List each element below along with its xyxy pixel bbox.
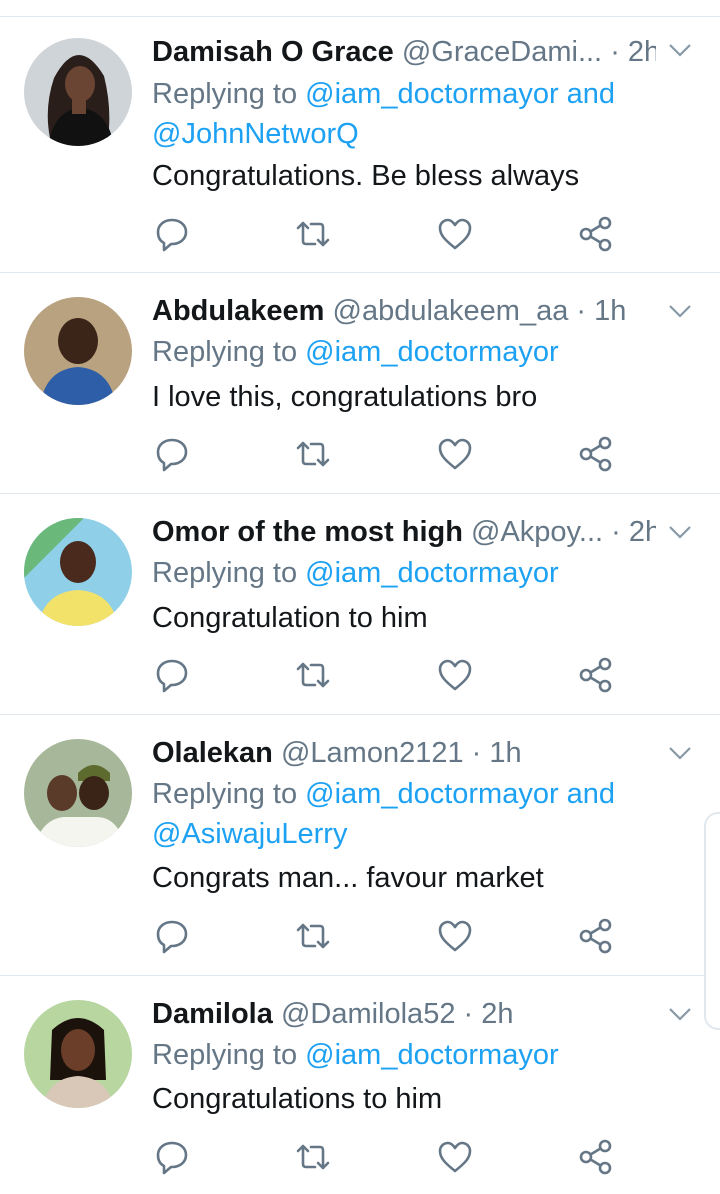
avatar[interactable] xyxy=(24,38,132,146)
tweet-actions xyxy=(152,916,632,956)
chevron-down-icon[interactable] xyxy=(668,42,692,58)
user-photo-men-group xyxy=(24,739,132,847)
avatar[interactable] xyxy=(24,518,132,626)
share-icon[interactable] xyxy=(577,214,617,254)
tweet[interactable]: Omor of the most high @Akpoy... · 2h Rep… xyxy=(0,494,720,715)
tweet[interactable]: Abdulakeem @abdulakeem_aa · 1h Replying … xyxy=(0,273,720,494)
separator-dot: · xyxy=(610,36,620,68)
separator-dot: · xyxy=(463,998,474,1030)
retweet-icon[interactable] xyxy=(293,1137,333,1177)
replying-to: Replying to @iam_doctormayor xyxy=(152,1035,660,1075)
separator-dot: · xyxy=(611,516,621,548)
user-photo-woman-smiling xyxy=(24,1000,132,1108)
avatar[interactable] xyxy=(24,297,132,405)
replying-to: Replying to @iam_doctormayor and @JohnNe… xyxy=(152,74,660,154)
replying-to: Replying to @iam_doctormayor and @Asiwaj… xyxy=(152,774,660,854)
tweet-actions xyxy=(152,1137,632,1177)
replying-to-label: Replying to xyxy=(152,557,298,589)
retweet-icon[interactable] xyxy=(293,655,333,695)
mention-link[interactable]: @JohnNetworQ xyxy=(152,118,359,150)
edge-panel-handle[interactable] xyxy=(704,812,720,1030)
chevron-down-icon[interactable] xyxy=(668,1006,692,1022)
mention-link[interactable]: @iam_doctormayor xyxy=(305,557,558,589)
author-name[interactable]: Abdulakeem xyxy=(152,295,324,327)
like-icon[interactable] xyxy=(435,1137,475,1177)
timestamp[interactable]: 2h xyxy=(629,516,656,548)
mention-link[interactable]: @iam_doctormayor xyxy=(305,336,558,368)
tweet-header: Abdulakeem @abdulakeem_aa · 1h xyxy=(152,293,656,329)
avatar[interactable] xyxy=(24,1000,132,1108)
user-photo-man xyxy=(24,297,132,405)
mention-link[interactable]: @iam_doctormayor and xyxy=(305,78,615,110)
tweet-text: Congratulation to him xyxy=(152,602,428,634)
reply-icon[interactable] xyxy=(152,214,192,254)
avatar[interactable] xyxy=(24,739,132,847)
timestamp[interactable]: 1h xyxy=(489,737,521,769)
share-icon[interactable] xyxy=(577,655,617,695)
replying-to-label: Replying to xyxy=(152,336,298,368)
tweet-actions xyxy=(152,214,632,254)
reply-icon[interactable] xyxy=(152,916,192,956)
like-icon[interactable] xyxy=(435,434,475,474)
mention-link[interactable]: @iam_doctormayor and xyxy=(305,778,615,810)
author-handle[interactable]: @Lamon2121 xyxy=(281,737,464,769)
replying-to-label: Replying to xyxy=(152,78,298,110)
tweet[interactable]: Damilola @Damilola52 · 2h Replying to @i… xyxy=(0,976,720,1194)
reply-icon[interactable] xyxy=(152,434,192,474)
author-handle[interactable]: @Damilola52 xyxy=(281,998,456,1030)
retweet-icon[interactable] xyxy=(293,434,333,474)
reply-icon[interactable] xyxy=(152,655,192,695)
separator-dot: · xyxy=(576,295,587,327)
tweet-text: Congratulations. Be bless always xyxy=(152,160,580,192)
mention-link[interactable]: @iam_doctormayor xyxy=(305,1039,558,1071)
tweet-header: Olalekan @Lamon2121 · 1h xyxy=(152,735,656,771)
like-icon[interactable] xyxy=(435,916,475,956)
tweet-text: Congratulations to him xyxy=(152,1083,443,1115)
author-handle[interactable]: @Akpoy... xyxy=(471,516,603,548)
replying-to: Replying to @iam_doctormayor xyxy=(152,553,660,593)
share-icon[interactable] xyxy=(577,1137,617,1177)
retweet-icon[interactable] xyxy=(293,214,333,254)
retweet-icon[interactable] xyxy=(293,916,333,956)
tweet-header: Damilola @Damilola52 · 2h xyxy=(152,996,656,1032)
reply-icon[interactable] xyxy=(152,1137,192,1177)
chevron-down-icon[interactable] xyxy=(668,745,692,761)
author-handle[interactable]: @abdulakeem_aa xyxy=(333,295,569,327)
chevron-down-icon[interactable] xyxy=(668,303,692,319)
tweet[interactable]: Olalekan @Lamon2121 · 1h Replying to @ia… xyxy=(0,715,720,976)
tweet[interactable]: Damisah O Grace @GraceDami... · 2h Reply… xyxy=(0,0,720,273)
like-icon[interactable] xyxy=(435,214,475,254)
user-photo-man-colorful xyxy=(24,518,132,626)
replying-to: Replying to @iam_doctormayor xyxy=(152,332,660,372)
author-name[interactable]: Damisah O Grace xyxy=(152,36,394,68)
author-name[interactable]: Olalekan xyxy=(152,737,273,769)
user-photo-woman xyxy=(24,38,132,146)
timestamp[interactable]: 2h xyxy=(628,36,656,68)
replying-to-label: Replying to xyxy=(152,1039,298,1071)
replying-to-label: Replying to xyxy=(152,778,298,810)
author-name[interactable]: Omor of the most high xyxy=(152,516,463,548)
timestamp[interactable]: 1h xyxy=(594,295,626,327)
tweet-actions xyxy=(152,434,632,474)
tweet-actions xyxy=(152,655,632,695)
share-icon[interactable] xyxy=(577,916,617,956)
like-icon[interactable] xyxy=(435,655,475,695)
tweet-header: Damisah O Grace @GraceDami... · 2h xyxy=(152,34,656,70)
author-handle[interactable]: @GraceDami... xyxy=(402,36,602,68)
share-icon[interactable] xyxy=(577,434,617,474)
mention-link[interactable]: @AsiwajuLerry xyxy=(152,818,347,850)
tweet-header: Omor of the most high @Akpoy... · 2h xyxy=(152,514,656,550)
tweet-text: Congrats man... favour market xyxy=(152,862,544,894)
timestamp[interactable]: 2h xyxy=(481,998,513,1030)
tweet-text: I love this, congratulations bro xyxy=(152,381,538,413)
author-name[interactable]: Damilola xyxy=(152,998,273,1030)
separator-dot: · xyxy=(471,737,482,769)
chevron-down-icon[interactable] xyxy=(668,524,692,540)
